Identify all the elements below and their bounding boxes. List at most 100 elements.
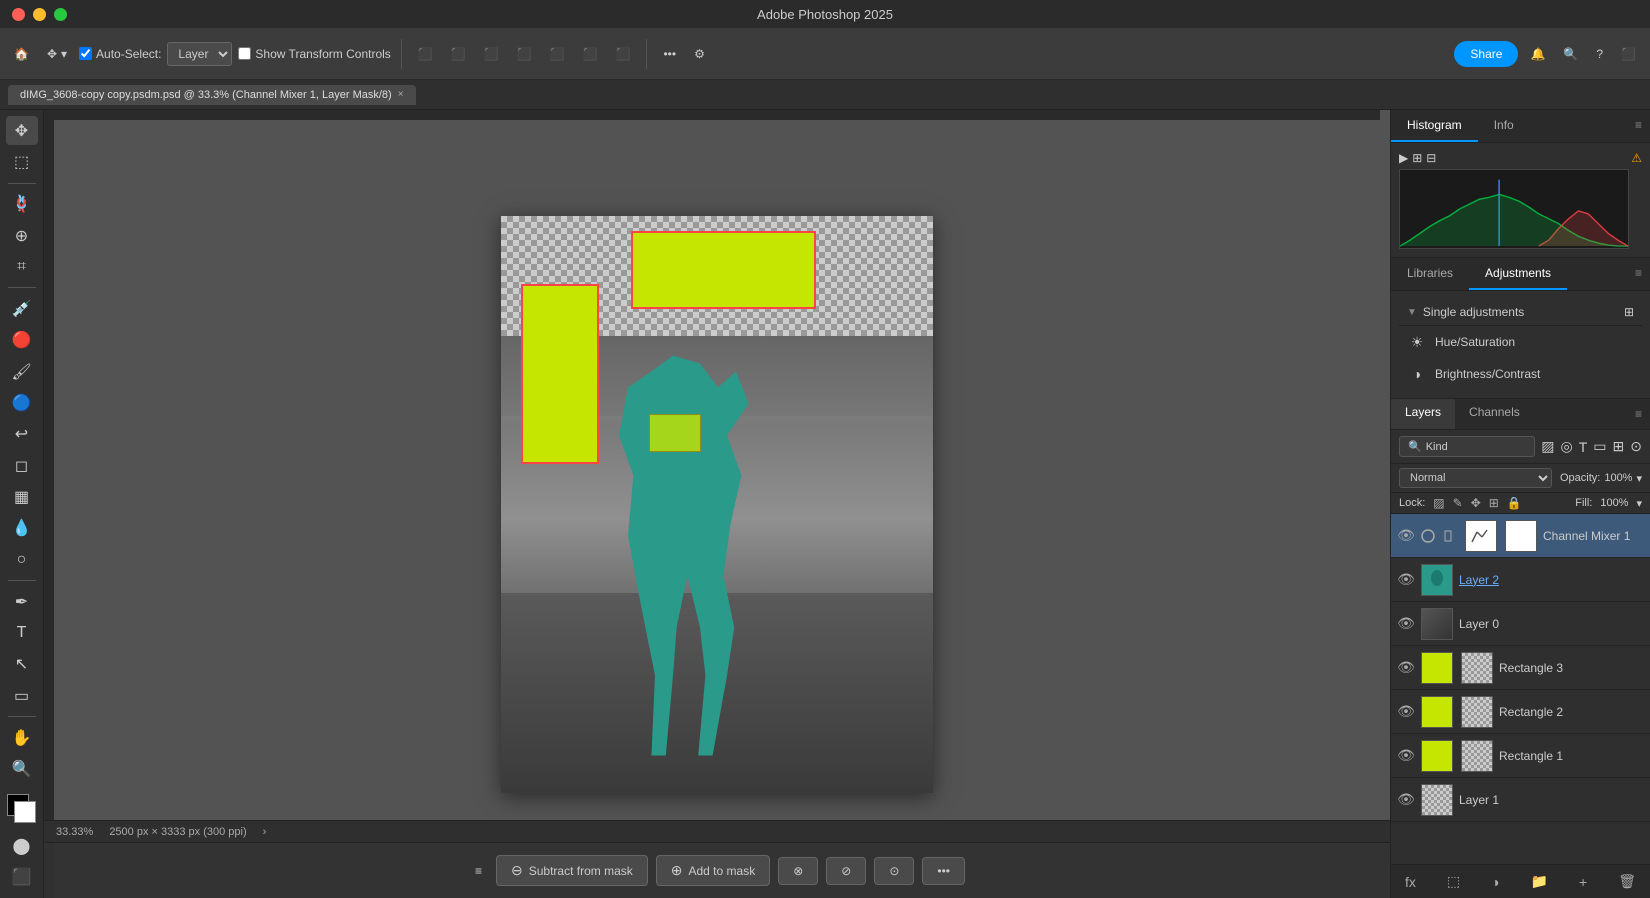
hue-saturation-item[interactable]: ☀ Hue/Saturation: [1399, 326, 1642, 358]
history-brush-tool[interactable]: ↩: [6, 420, 38, 449]
opacity-arrow[interactable]: ▾: [1636, 472, 1642, 485]
histogram-tab[interactable]: Histogram: [1391, 110, 1478, 142]
clone-stamp-tool[interactable]: 🔵: [6, 388, 38, 417]
zoom-tool[interactable]: 🔍: [6, 755, 38, 784]
foreground-color[interactable]: [7, 794, 29, 816]
marquee-tool[interactable]: ⬚: [6, 147, 38, 176]
panel-collapse-button[interactable]: ≡: [1627, 110, 1650, 142]
play-icon[interactable]: ▶: [1399, 151, 1408, 165]
notifications-button[interactable]: 🔔: [1524, 43, 1551, 65]
lock-pixels-icon[interactable]: ▨: [1433, 496, 1444, 510]
delete-layer-button[interactable]: 🗑: [1612, 871, 1642, 892]
layers-tab[interactable]: Layers: [1391, 399, 1455, 429]
share-button[interactable]: Share: [1454, 41, 1518, 67]
eraser-tool[interactable]: ◻: [6, 451, 38, 480]
opacity-value[interactable]: 100%: [1604, 472, 1632, 484]
document-canvas[interactable]: [501, 216, 933, 793]
info-tab[interactable]: Info: [1478, 110, 1530, 142]
layer-item[interactable]: 👁 Layer 2: [1391, 558, 1650, 602]
text-tool[interactable]: T: [6, 618, 38, 647]
help-button[interactable]: ?: [1590, 43, 1609, 65]
align-bottom-button[interactable]: ⬛: [577, 43, 604, 65]
color-selector[interactable]: [7, 794, 37, 821]
brightness-contrast-item[interactable]: ◑ Brightness/Contrast: [1399, 358, 1642, 390]
home-button[interactable]: 🏠: [8, 43, 35, 65]
adj-panel-collapse[interactable]: ≡: [1627, 258, 1650, 290]
document-tab[interactable]: dIMG_3608-copy copy.psdm.psd @ 33.3% (Ch…: [8, 85, 416, 105]
auto-select-type[interactable]: Layer: [167, 42, 232, 66]
single-adjustments-header[interactable]: ▼ Single adjustments ⊞: [1399, 299, 1642, 326]
align-top-button[interactable]: ⬛: [511, 43, 538, 65]
layer-item[interactable]: 👁 Layer 1: [1391, 778, 1650, 822]
add-to-mask-button[interactable]: ⊕ Add to mask: [656, 855, 770, 886]
layer-item[interactable]: 👁 Rectangle 1: [1391, 734, 1650, 778]
lock-all-icon[interactable]: 🔒: [1507, 496, 1522, 510]
subtract2-mask-button[interactable]: ⊘: [826, 857, 866, 885]
subtract-from-mask-button[interactable]: ⊖ Subtract from mask: [496, 855, 648, 886]
close-button[interactable]: [12, 8, 25, 21]
canvas-area[interactable]: ≡ ⊖ Subtract from mask ⊕ Add to mask ⊗ ⊘…: [44, 110, 1390, 898]
lock-position-icon[interactable]: ✎: [1453, 496, 1463, 510]
shape-tool[interactable]: ▭: [6, 681, 38, 710]
quick-mask-button[interactable]: ⬤: [6, 831, 38, 860]
quick-select-tool[interactable]: ⊕: [6, 221, 38, 250]
layer-item[interactable]: 👁 Layer 0: [1391, 602, 1650, 646]
transform-controls-checkbox[interactable]: [238, 47, 251, 60]
visibility-eye-channel-mixer[interactable]: 👁: [1397, 527, 1415, 544]
more-mask-options-button[interactable]: •••: [922, 857, 965, 885]
layer-fx-button[interactable]: fx: [1399, 872, 1422, 892]
lasso-tool[interactable]: 🪢: [6, 190, 38, 219]
layer-item[interactable]: 👁: [1391, 514, 1650, 558]
screen-mode-button[interactable]: ⬛: [6, 863, 38, 892]
pen-tool[interactable]: ✒: [6, 587, 38, 616]
move-tool[interactable]: ✥: [6, 116, 38, 145]
type-filter-icon[interactable]: T: [1579, 439, 1588, 455]
healing-brush-tool[interactable]: 🔴: [6, 326, 38, 355]
crop-tool[interactable]: ⌗: [6, 252, 38, 281]
channels-tab[interactable]: Channels: [1455, 399, 1534, 429]
layer-kind-filter[interactable]: 🔍 Kind: [1399, 436, 1535, 457]
visibility-eye-rect2[interactable]: 👁: [1397, 703, 1415, 720]
dodge-tool[interactable]: ○: [6, 545, 38, 574]
intersect-mask-button[interactable]: ⊗: [778, 857, 818, 885]
add-mask-button[interactable]: ⬚: [1441, 871, 1466, 892]
blend-mode-select[interactable]: Normal: [1399, 468, 1552, 488]
nav-arrow[interactable]: ›: [263, 826, 267, 838]
new-adjustment-button[interactable]: ◑: [1485, 872, 1505, 892]
filter-toggle[interactable]: ⊙: [1630, 438, 1642, 455]
fill-arrow[interactable]: ▾: [1636, 497, 1642, 510]
align-left-button[interactable]: ⬛: [412, 43, 439, 65]
layers-icon[interactable]: ⊞: [1412, 151, 1422, 165]
adjustment-filter-icon[interactable]: ◎: [1561, 438, 1573, 455]
fill-value[interactable]: 100%: [1600, 497, 1628, 509]
path-select-tool[interactable]: ↖: [6, 650, 38, 679]
close-tab-button[interactable]: ×: [398, 89, 404, 100]
visibility-eye-layer2[interactable]: 👁: [1397, 571, 1415, 588]
adjustments-tab[interactable]: Adjustments: [1469, 258, 1567, 290]
grid-icon[interactable]: ⊞: [1624, 305, 1634, 319]
brush-tool[interactable]: 🖌: [6, 357, 38, 386]
align-right-button[interactable]: ⬛: [478, 43, 505, 65]
lock-move-icon[interactable]: ✥: [1471, 496, 1481, 510]
maximize-button[interactable]: [54, 8, 67, 21]
layer-item[interactable]: 👁 Rectangle 2: [1391, 690, 1650, 734]
libraries-tab[interactable]: Libraries: [1391, 258, 1469, 290]
minimize-button[interactable]: [33, 8, 46, 21]
blur-tool[interactable]: 💧: [6, 514, 38, 543]
background-color[interactable]: [14, 801, 36, 823]
new-group-button[interactable]: 📁: [1525, 871, 1554, 892]
hand-tool[interactable]: ✋: [6, 723, 38, 752]
visibility-eye-rect1[interactable]: 👁: [1397, 747, 1415, 764]
canvas-menu-button[interactable]: ≡: [469, 860, 488, 882]
visibility-eye-layer0[interactable]: 👁: [1397, 615, 1415, 632]
layer-item[interactable]: 👁 Rectangle 3: [1391, 646, 1650, 690]
lock-artboard-icon[interactable]: ⊞: [1489, 496, 1499, 510]
shape-filter-icon[interactable]: ▭: [1593, 438, 1606, 455]
adj-icon[interactable]: ⊟: [1426, 151, 1436, 165]
invert-mask-button[interactable]: ⊙: [874, 857, 914, 885]
auto-select-checkbox[interactable]: [79, 47, 92, 60]
visibility-eye-layer1[interactable]: 👁: [1397, 791, 1415, 808]
eyedropper-tool[interactable]: 💉: [6, 294, 38, 323]
distribute-button[interactable]: ⬛: [610, 43, 637, 65]
move-tool-options[interactable]: ✥ ▾: [41, 43, 73, 65]
